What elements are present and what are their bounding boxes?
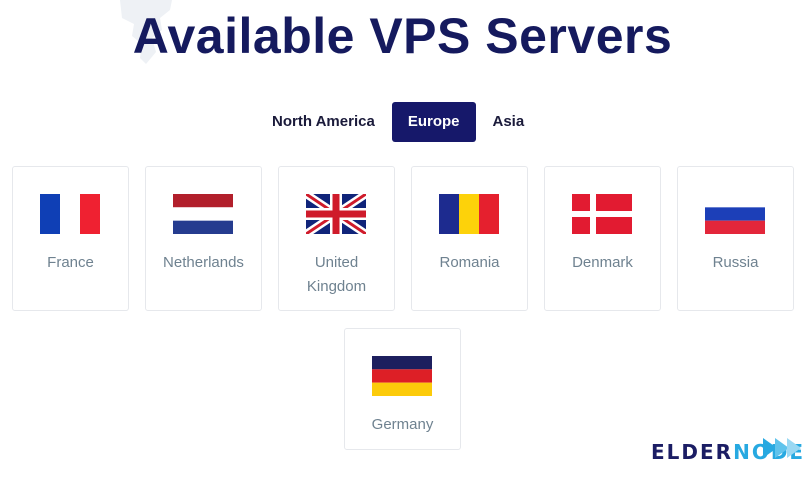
location-card-russia[interactable]: Russia (677, 166, 794, 311)
location-label: Netherlands (163, 254, 244, 271)
romania-flag-icon (439, 194, 499, 234)
tab-europe[interactable]: Europe (391, 102, 476, 142)
location-label: United Kingdom (306, 254, 367, 295)
eldernode-logo: ELDERNODE (651, 436, 803, 470)
logo-arrows-icon (763, 438, 801, 458)
tab-north-america[interactable]: North America (259, 102, 388, 142)
location-label: Russia (712, 254, 759, 271)
page-title: Available VPS Servers (132, 8, 673, 64)
location-card-romania[interactable]: Romania (411, 166, 528, 311)
region-tabs: North America Europe Asia (259, 102, 537, 142)
location-card-france[interactable]: France (12, 166, 129, 311)
uk-flag-icon (306, 194, 366, 234)
location-card-united-kingdom[interactable]: United Kingdom (278, 166, 395, 311)
location-label: Germany (371, 416, 434, 433)
location-card-denmark[interactable]: Denmark (544, 166, 661, 311)
location-card-germany[interactable]: Germany (344, 328, 461, 450)
location-label: France (47, 254, 94, 271)
location-card-netherlands[interactable]: Netherlands (145, 166, 262, 311)
tab-asia[interactable]: Asia (480, 102, 538, 142)
germany-flag-icon (372, 356, 432, 396)
location-label: Denmark (572, 254, 633, 271)
france-flag-icon (40, 194, 100, 234)
denmark-flag-icon (572, 194, 632, 234)
logo-text-elder: ELDER (651, 440, 734, 464)
netherlands-flag-icon (173, 194, 233, 234)
location-label: Romania (439, 254, 500, 271)
russia-flag-icon (705, 194, 765, 234)
